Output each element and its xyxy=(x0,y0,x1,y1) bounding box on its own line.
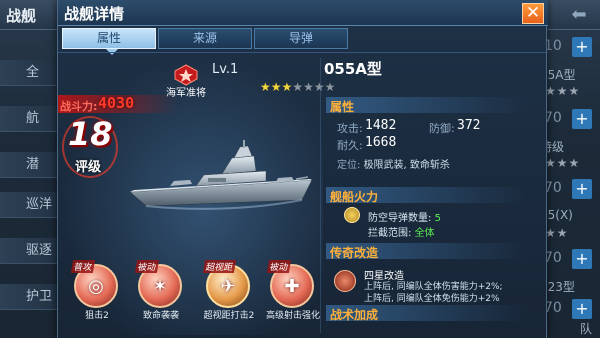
star-filled-icon: ★ xyxy=(281,80,293,94)
modification-icon xyxy=(334,270,356,292)
upgrade-icon: ✚ xyxy=(284,276,300,297)
skill-tag: 被动 xyxy=(266,260,292,273)
background-filter-all[interactable]: 全 xyxy=(0,60,62,86)
grade-label: 评级 xyxy=(75,160,102,175)
ship-name: 055A型 xyxy=(324,60,382,78)
background-filter-carrier[interactable]: 航 xyxy=(0,106,62,132)
skill-slot[interactable]: ◎ 普攻 狙击2 xyxy=(70,258,122,328)
position-value: 极限武装, 致命斩杀 xyxy=(363,160,450,171)
tab-source[interactable]: 来源 xyxy=(158,28,252,49)
firepower-line: 防空导弹数量: 5 xyxy=(368,209,441,224)
modification-line: 上阵后, 同编队全体免伤能力+2% xyxy=(364,294,500,304)
dialog-title: 战舰详情 xyxy=(64,5,125,23)
background-title: 战舰 xyxy=(6,7,37,25)
add-button[interactable]: + xyxy=(572,179,592,199)
add-button[interactable]: + xyxy=(572,109,592,129)
defense-value: 372 xyxy=(457,118,481,133)
intercept-range-value: 全体 xyxy=(414,228,435,239)
star-empty-icon: ★ xyxy=(292,80,304,94)
ship-level: Lv.1 xyxy=(212,62,239,77)
crosshair-icon: ◎ xyxy=(88,276,104,297)
star-filled-icon: ★ xyxy=(270,80,282,94)
background-stars: ★★★ xyxy=(545,84,581,98)
star-empty-icon: ★ xyxy=(324,80,336,94)
background-stars: ★★ xyxy=(545,226,569,240)
rank-badge-icon xyxy=(174,64,198,86)
section-bar xyxy=(326,97,526,113)
destroyer-ship-image xyxy=(129,140,313,210)
close-button[interactable]: ✕ xyxy=(522,3,544,24)
star-filled-icon: ★ xyxy=(260,80,271,94)
star-rating: ★★★★★★★ xyxy=(260,80,335,94)
add-button[interactable]: + xyxy=(572,37,592,57)
skill-tag: 普攻 xyxy=(70,260,96,273)
section-title-firepower: 舰船火力 xyxy=(330,190,379,204)
background-filter-destroyer[interactable]: 驱逐 xyxy=(0,238,62,264)
position-label: 定位: xyxy=(337,160,361,171)
defense-label: 防御: xyxy=(429,122,455,135)
star-empty-icon: ★ xyxy=(303,80,314,94)
intercept-range-label: 拦截范围: xyxy=(368,228,412,239)
background-team-label: 队 xyxy=(580,322,593,336)
skill-slot[interactable]: ✚ 被动 高级射击强化 xyxy=(266,258,320,328)
tab-missiles[interactable]: 导弹 xyxy=(254,28,348,49)
background-row: 70 + xyxy=(538,246,600,272)
tab-divider xyxy=(58,52,548,53)
durability-value: 1668 xyxy=(365,135,397,150)
background-row: 70 + xyxy=(538,296,600,322)
attack-label: 攻击: xyxy=(337,122,363,135)
section-title-tactics: 战术加成 xyxy=(330,308,379,322)
strike-icon: ✶ xyxy=(152,276,168,297)
attack-value: 1482 xyxy=(365,118,397,133)
panel-divider xyxy=(320,58,321,333)
missile-icon xyxy=(344,207,360,223)
position-line: 定位: 极限武装, 致命斩杀 xyxy=(337,156,450,171)
grade-number: 18 xyxy=(68,115,113,153)
durability-label: 耐久: xyxy=(337,139,363,152)
section-title-modification: 传奇改造 xyxy=(330,246,379,260)
power-label: 战斗力: xyxy=(60,100,98,113)
aircraft-icon: ✈ xyxy=(220,276,236,297)
skill-slot[interactable]: ✶ 被动 致命袭袭 xyxy=(134,258,186,328)
tab-attributes[interactable]: 属性 xyxy=(62,28,156,49)
firepower-count-label: 防空导弹数量: xyxy=(368,213,432,224)
dialog-tabs: 属性 来源 导弹 xyxy=(62,28,352,55)
add-button[interactable]: + xyxy=(572,249,592,269)
firepower-line: 拦截范围: 全体 xyxy=(368,224,435,239)
arrow-left-icon[interactable]: ⬅ xyxy=(564,4,594,26)
background-filter-frigate[interactable]: 护卫 xyxy=(0,284,62,310)
skill-tag: 超视距 xyxy=(202,260,237,273)
firepower-count-value: 5 xyxy=(434,213,441,224)
power-value: 4030 xyxy=(98,94,135,112)
background-filter-sub[interactable]: 潜 xyxy=(0,152,62,178)
skill-tag: 被动 xyxy=(134,260,160,273)
ship-detail-dialog: 战舰详情 ✕ 属性 来源 导弹 海军准将 Lv.1 ★★★★★★★ 战斗力: 4… xyxy=(57,0,548,338)
dialog-header: 战舰详情 ✕ xyxy=(58,0,548,26)
background-filter-cruiser[interactable]: 巡洋 xyxy=(0,192,62,218)
background-row: 70 + xyxy=(538,106,600,132)
background-row: 70 + xyxy=(538,176,600,202)
skill-slot[interactable]: ✈ 超视距 超视距打击2 xyxy=(202,258,254,328)
background-row: 10 + xyxy=(538,34,600,60)
background-stars: ★★★ xyxy=(545,156,581,170)
section-title-attributes: 属性 xyxy=(330,100,355,114)
add-button[interactable]: + xyxy=(572,299,592,319)
skill-name: 致命袭袭 xyxy=(142,311,179,321)
